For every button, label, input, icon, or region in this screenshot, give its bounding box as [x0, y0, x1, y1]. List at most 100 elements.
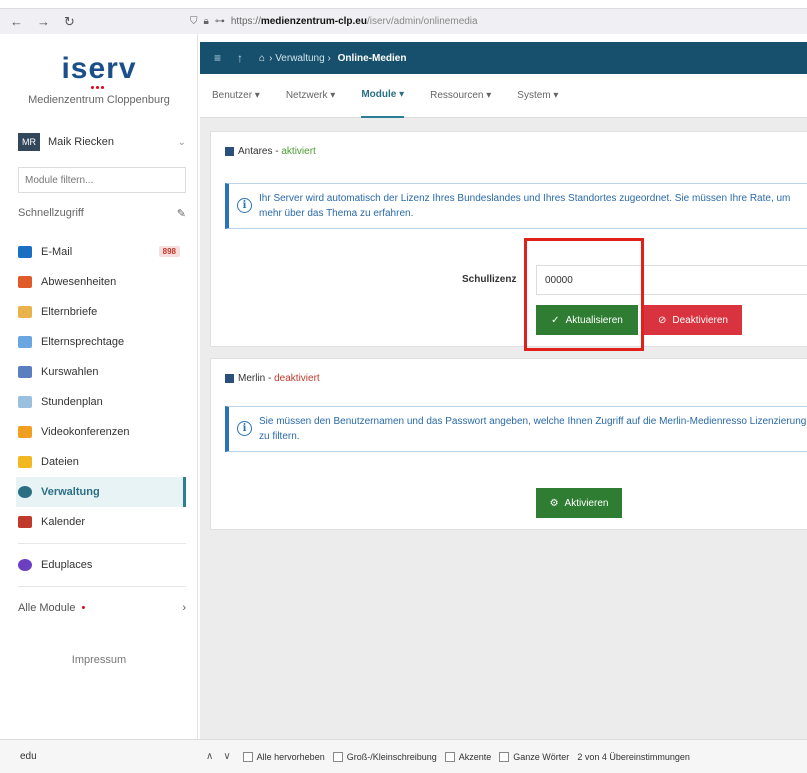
reload-icon[interactable]: ↻	[64, 14, 75, 30]
sidebar-item-timetable[interactable]: Stundenplan	[18, 387, 186, 417]
impressum-link[interactable]: Impressum	[0, 654, 198, 666]
license-label: Schullizenz	[462, 274, 517, 285]
highlight-all-checkbox[interactable]: Alle hervorheben	[242, 751, 325, 762]
school-name: Medienzentrum Cloppenburg	[28, 94, 170, 106]
shield-icon: ⛉	[190, 16, 198, 27]
url-path: /iserv/admin/onlinemedia	[366, 16, 478, 27]
tab-network[interactable]: Netzwerk ▾	[286, 74, 335, 118]
edit-icon[interactable]: ✎	[177, 207, 186, 220]
deactivate-button[interactable]: ⊘ Deaktivieren	[644, 305, 742, 335]
ban-icon: ⊘	[658, 314, 667, 326]
module-icon	[225, 147, 234, 156]
logo-dots	[91, 80, 109, 89]
activate-button[interactable]: ⚙ Aktivieren	[536, 488, 622, 518]
address-bar[interactable]: ⛉ 🔒︎ ⊶ https://medienzentrum-clp.eu/iser…	[190, 16, 478, 27]
match-case-checkbox[interactable]: Groß-/Kleinschreibung	[332, 751, 437, 762]
all-modules-label: Alle Module	[18, 602, 76, 614]
tab-system[interactable]: System ▾	[517, 74, 558, 118]
sidebar-item-label: Abwesenheiten	[41, 276, 117, 288]
all-modules-link[interactable]: Alle Module • ›	[18, 602, 186, 614]
lock-icon: 🔒︎	[203, 16, 209, 27]
timetable-icon	[18, 396, 32, 408]
mail-icon	[18, 246, 32, 258]
forward-icon[interactable]: →	[37, 14, 50, 30]
sidebar-item-eduplaces[interactable]: Eduplaces	[18, 550, 186, 580]
main-content: Antares - aktiviert i Ihr Server wird au…	[200, 118, 807, 739]
breadcrumb-separator: ›	[327, 52, 331, 64]
info-text: Sie müssen den Benutzernamen und das Pas…	[259, 416, 807, 442]
info-icon: i	[237, 421, 252, 436]
sub-navigation: Benutzer ▾ Netzwerk ▾ Module ▾ Ressource…	[200, 74, 807, 118]
sidebar-item-parent-days[interactable]: Elternsprechtage	[18, 327, 186, 357]
top-bar: ≡ ↑ ⌂ › Verwaltung › Online-Medien	[200, 42, 807, 74]
url-domain: medienzentrum-clp.eu	[260, 16, 367, 27]
card-title: Antares - aktiviert	[225, 146, 316, 157]
highlight-box	[524, 238, 644, 351]
module-filter-input[interactable]	[18, 167, 186, 193]
module-icon	[225, 374, 234, 383]
home-icon[interactable]: ⌂	[259, 53, 265, 64]
sidebar-item-parent-letters[interactable]: Elternbriefe	[18, 297, 186, 327]
chevron-down-icon: ⌄	[177, 136, 186, 148]
user-name: Maik Riecken	[48, 136, 115, 148]
back-icon[interactable]: ←	[10, 14, 23, 30]
sidebar-item-files[interactable]: Dateien	[18, 447, 186, 477]
unread-badge: 898	[158, 246, 180, 257]
card-title: Merlin - deaktiviert	[225, 373, 320, 384]
sidebar-item-label: Elternsprechtage	[41, 336, 125, 348]
deactivate-label: Deaktivieren	[672, 314, 728, 326]
info-icon: i	[237, 198, 252, 213]
user-menu[interactable]: MR Maik Riecken ⌄	[18, 128, 186, 156]
breadcrumb: › Verwaltung › Online-Medien	[269, 53, 406, 64]
sidebar-item-label: Videokonferenzen	[41, 426, 130, 438]
sidebar-item-email[interactable]: E-Mail 898	[18, 237, 186, 267]
divider	[18, 586, 186, 587]
sidebar-item-calendar[interactable]: Kalender	[18, 507, 186, 537]
sidebar-item-label: Dateien	[41, 456, 79, 468]
activate-label: Aktivieren	[564, 497, 609, 509]
find-bar: edu ∧ ∨ Alle hervorheben Groß-/Kleinschr…	[0, 739, 807, 773]
hamburger-icon[interactable]: ≡	[214, 51, 221, 65]
browser-toolbar: ← → ↻ ⛉ 🔒︎ ⊶ https://medienzentrum-clp.e…	[0, 8, 807, 34]
info-alert: i Sie müssen den Benutzernamen und das P…	[225, 406, 807, 452]
nav-buttons: ← → ↻	[0, 14, 190, 30]
up-arrow-icon[interactable]: ↑	[237, 51, 243, 65]
breadcrumb-section[interactable]: Verwaltung	[275, 53, 324, 64]
quick-access-label: Schnellzugriff	[18, 207, 84, 219]
tab-modules[interactable]: Module ▾	[361, 74, 405, 118]
module-name: Antares	[238, 146, 273, 157]
breadcrumb-page: Online-Medien	[337, 52, 407, 64]
course-icon	[18, 366, 32, 378]
eduplaces-icon	[18, 559, 32, 571]
quick-access-header: Schnellzugriff ✎	[18, 207, 186, 220]
find-input[interactable]: edu	[6, 746, 206, 768]
sidebar-menu: E-Mail 898 Abwesenheiten Elternbriefe El…	[16, 237, 186, 593]
sidebar-item-course-choices[interactable]: Kurswahlen	[18, 357, 186, 387]
sidebar-item-absences[interactable]: Abwesenheiten	[18, 267, 186, 297]
gear-icon	[18, 486, 32, 498]
match-count: 2 von 4 Übereinstimmungen	[577, 751, 690, 762]
people-icon	[18, 336, 32, 348]
merlin-card: Merlin - deaktiviert i Sie müssen den Be…	[210, 358, 807, 530]
info-text: Ihr Server wird automatisch der Lizenz I…	[259, 193, 791, 219]
chevron-up-icon[interactable]: ∧	[206, 751, 213, 762]
sidebar-item-label: Kalender	[41, 516, 86, 528]
sidebar-item-label: Kurswahlen	[41, 366, 99, 378]
module-name: Merlin	[238, 373, 266, 384]
folder-icon	[18, 456, 32, 468]
chevron-down-icon[interactable]: ∨	[223, 751, 230, 762]
divider	[18, 543, 186, 544]
tab-resources[interactable]: Ressourcen ▾	[430, 74, 491, 118]
sidebar-item-label: Elternbriefe	[41, 306, 98, 318]
breadcrumb-separator: ›	[269, 52, 273, 64]
avatar: MR	[18, 133, 40, 151]
sidebar-item-label: E-Mail	[41, 246, 73, 258]
sidebar-item-admin[interactable]: Verwaltung	[16, 477, 186, 507]
tab-users[interactable]: Benutzer ▾	[212, 74, 260, 118]
notification-dot: •	[81, 602, 86, 614]
find-navigation: ∧ ∨	[206, 751, 231, 762]
whole-words-checkbox[interactable]: Ganze Wörter	[499, 751, 569, 762]
sidebar-item-label: Stundenplan	[41, 396, 103, 408]
sidebar-item-video[interactable]: Videokonferenzen	[18, 417, 186, 447]
match-accents-checkbox[interactable]: Akzente	[444, 751, 491, 762]
